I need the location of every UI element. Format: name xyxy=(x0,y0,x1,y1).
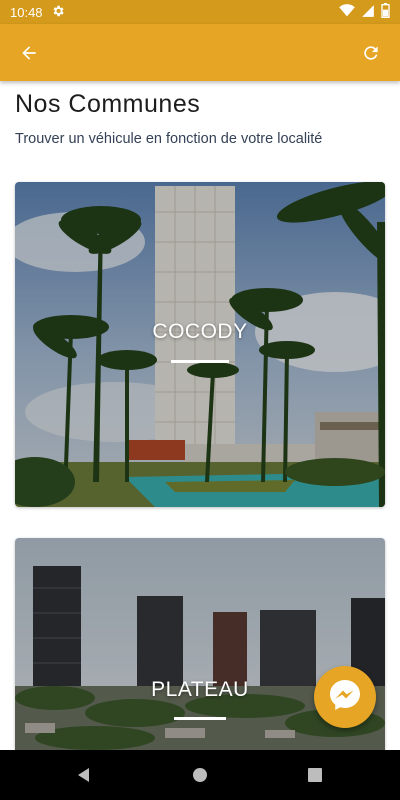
messenger-icon xyxy=(327,677,363,718)
signal-icon xyxy=(361,4,375,21)
wifi-icon xyxy=(339,4,355,20)
refresh-icon[interactable] xyxy=(356,38,386,68)
messenger-button[interactable] xyxy=(314,666,376,728)
app-bar xyxy=(0,24,400,81)
card-overlay xyxy=(15,182,385,507)
page-subtitle: Trouver un véhicule en fonction de votre… xyxy=(15,131,323,147)
system-nav-bar xyxy=(0,750,400,800)
commune-name: COCODY xyxy=(152,320,248,343)
status-bar: 10:48 xyxy=(0,0,400,24)
settings-icon xyxy=(51,4,65,21)
nav-home-icon[interactable] xyxy=(192,767,208,788)
nav-recents-icon[interactable] xyxy=(308,768,322,787)
page-title: Nos Communes xyxy=(15,90,201,118)
status-time: 10:48 xyxy=(10,4,43,20)
arrow-back-icon[interactable] xyxy=(14,38,44,68)
title-underline xyxy=(171,360,229,363)
commune-card-cocody[interactable]: COCODY xyxy=(15,182,385,507)
nav-back-icon[interactable] xyxy=(76,767,92,788)
title-underline xyxy=(174,717,226,720)
battery-icon xyxy=(381,3,390,21)
